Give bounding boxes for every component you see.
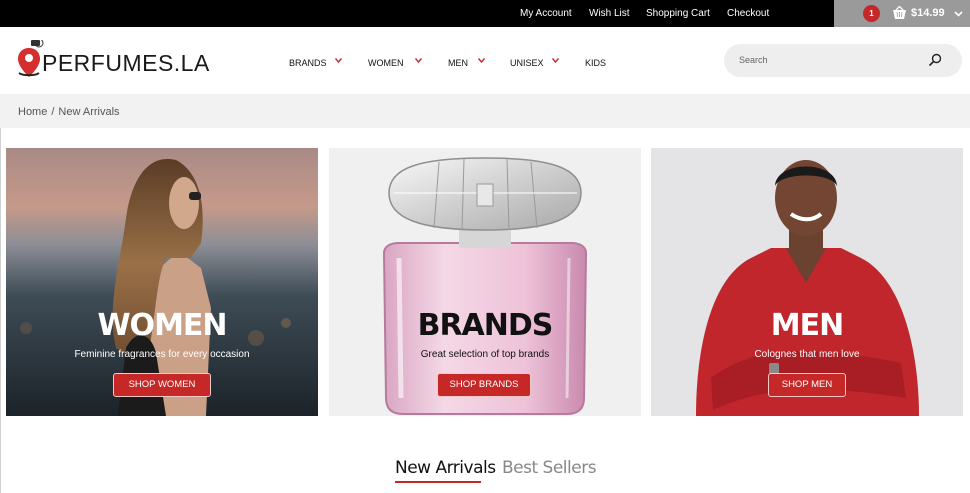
shop-women-button[interactable]: SHOP WOMEN [113,373,211,397]
breadcrumb: Home / New Arrivals [18,106,120,118]
basket-icon [893,6,906,19]
nav-unisex[interactable]: UNISEX [510,58,544,68]
wish-list-link[interactable]: Wish List [589,8,630,19]
nav-brands[interactable]: BRANDS [289,58,327,68]
site-logo[interactable]: PERFUMES.LA [17,40,209,80]
top-bar: My Account Wish List Shopping Cart Check… [0,0,970,27]
search-box[interactable]: Search [724,44,962,77]
banner-men[interactable]: MEN Colognes that men love SHOP MEN [651,148,963,416]
banner-women-subtitle: Feminine fragrances for every occasion [74,349,250,360]
my-account-link[interactable]: My Account [520,8,572,19]
nav-men[interactable]: MEN [448,58,468,68]
logo-text: PERFUMES.LA [42,50,210,76]
banner-brands-title: BRANDS [417,308,554,343]
location-pin-icon [18,40,44,77]
active-tab-indicator [395,481,481,483]
shop-brands-button[interactable]: SHOP BRANDS [437,373,531,397]
banner-women[interactable]: WOMEN Feminine fragrances for every occa… [6,148,318,416]
cart-count-badge: 1 [863,5,880,22]
banner-women-title: WOMEN [97,308,227,343]
nav-women[interactable]: WOMEN [368,58,404,68]
banner-men-subtitle: Colognes that men love [754,349,860,360]
search-icon[interactable] [928,53,942,67]
chevron-down-icon[interactable] [552,58,559,63]
search-input[interactable]: Search [739,55,768,65]
chevron-down-icon[interactable] [415,58,422,63]
shop-men-button[interactable]: SHOP MEN [768,373,846,397]
mini-cart[interactable]: 1 $14.99 [834,0,970,27]
page-border [0,128,1,493]
checkout-link[interactable]: Checkout [727,8,769,19]
cart-total: $14.99 [911,7,945,19]
breadcrumb-current: New Arrivals [58,106,120,118]
chevron-down-icon[interactable] [478,58,485,63]
breadcrumb-home[interactable]: Home [18,106,47,118]
banner-men-title: MEN [770,308,844,343]
shopping-cart-link[interactable]: Shopping Cart [646,8,710,19]
chevron-down-icon[interactable] [954,9,963,18]
breadcrumb-separator: / [51,106,55,118]
tab-new-arrivals[interactable]: New Arrivals [395,458,496,478]
site-header: PERFUMES.LA BRANDS WOMEN MEN UNISEX KIDS… [0,27,970,94]
breadcrumb-bar: Home / New Arrivals [0,94,970,128]
nav-kids[interactable]: KIDS [585,58,606,68]
banner-brands[interactable]: BRANDS Great selection of top brands SHO… [329,148,641,416]
chevron-down-icon[interactable] [335,58,342,63]
tab-best-sellers[interactable]: Best Sellers [502,458,597,478]
banner-brands-subtitle: Great selection of top brands [420,349,550,360]
